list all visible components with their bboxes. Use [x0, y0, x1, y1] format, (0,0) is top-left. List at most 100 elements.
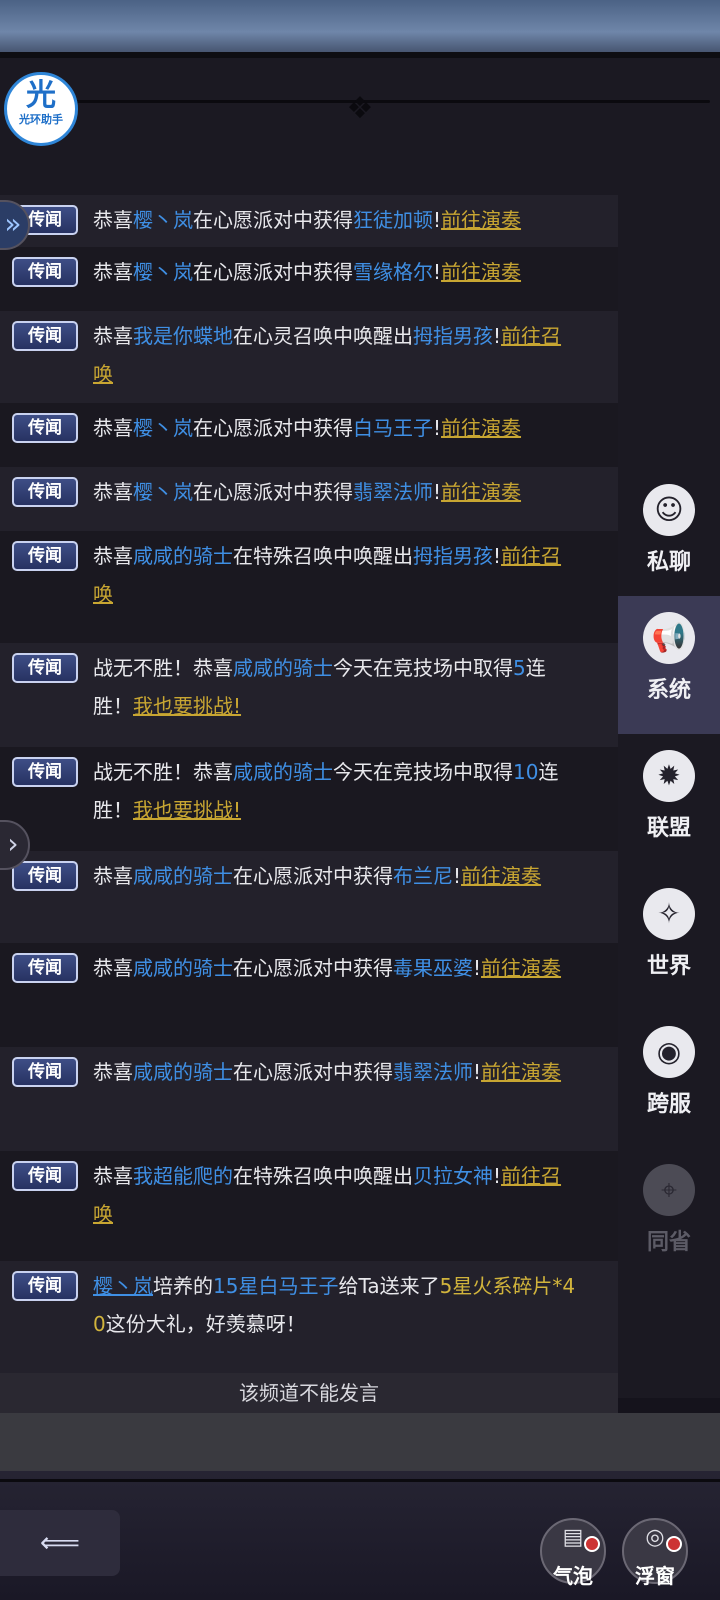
- player-or-hero-name[interactable]: 我超能爬的: [133, 1164, 233, 1188]
- rumor-tag: 传闻: [12, 953, 78, 983]
- player-or-hero-name[interactable]: 樱丶岚: [133, 208, 193, 232]
- player-or-hero-name[interactable]: 5: [513, 656, 526, 680]
- assistant-glyph: 光: [26, 78, 56, 113]
- rumor-tag: 传闻: [12, 861, 78, 891]
- rumor-tag: 传闻: [12, 477, 78, 507]
- message-row: 传闻 恭喜咸咸的骑士在特殊召唤中唤醒出拇指男孩!前往召唤: [0, 531, 618, 643]
- message-list[interactable]: 传闻 恭喜樱丶岚在心愿派对中获得狂徒加顿!前往演奏 传闻 恭喜樱丶岚在心愿派对中获得雪…: [0, 195, 618, 1410]
- message-row: 传闻 樱丶岚培养的15星白马王子给Ta送来了5星火系碎片*40这份大礼，好羡慕呀！: [0, 1261, 618, 1373]
- bubble-toggle-button[interactable]: ▤ 气泡: [540, 1518, 606, 1588]
- tab-alliance[interactable]: ✹ 联盟: [618, 734, 720, 872]
- action-link[interactable]: 我也要挑战!: [133, 798, 241, 822]
- float-window-toggle-button[interactable]: ◎ 浮窗: [622, 1518, 688, 1588]
- message-fragment: !: [493, 324, 502, 348]
- player-or-hero-name[interactable]: 咸咸的骑士: [133, 956, 233, 980]
- message-fragment: 在心愿派对中获得: [193, 208, 353, 232]
- player-or-hero-name[interactable]: 咸咸的骑士: [133, 864, 233, 888]
- tab-system[interactable]: 📢 系统: [618, 596, 720, 734]
- tab-label: 世界: [646, 954, 691, 979]
- back-button[interactable]: ⟸: [0, 1510, 120, 1576]
- player-or-hero-name[interactable]: 狂徒加顿: [353, 208, 433, 232]
- message-fragment: 恭喜: [93, 956, 133, 980]
- player-or-hero-name[interactable]: 雪缘格尔: [353, 260, 433, 284]
- message-fragment: 战无不胜！恭喜: [93, 656, 233, 680]
- private-chat-icon: ☺: [643, 484, 695, 536]
- assistant-badge[interactable]: 光 光环助手: [4, 72, 78, 146]
- message-row: 传闻 战无不胜！恭喜咸咸的骑士今天在竞技场中取得10连胜！我也要挑战!: [0, 747, 618, 851]
- message-fragment: 培养的: [153, 1274, 213, 1298]
- player-or-hero-name[interactable]: 拇指男孩: [413, 324, 493, 348]
- message-fragment: 在心愿派对中获得: [193, 480, 353, 504]
- player-or-hero-name[interactable]: 毒果巫婆: [393, 956, 473, 980]
- message-text: 恭喜咸咸的骑士在特殊召唤中唤醒出拇指男孩!前往召唤: [93, 537, 578, 613]
- action-link[interactable]: 我也要挑战!: [133, 694, 241, 718]
- message-text: 恭喜樱丶岚在心愿派对中获得雪缘格尔!前往演奏: [93, 253, 578, 291]
- message-row: 传闻 恭喜樱丶岚在心愿派对中获得翡翠法师!前往演奏: [0, 467, 618, 531]
- top-decor-banner: [0, 0, 720, 58]
- message-row: 传闻 战无不胜！恭喜咸咸的骑士今天在竞技场中取得5连胜！我也要挑战!: [0, 643, 618, 747]
- message-fragment: 在心愿派对中获得: [233, 864, 393, 888]
- message-fragment: 给Ta送来了: [338, 1274, 440, 1298]
- player-name-link[interactable]: 樱丶岚: [93, 1274, 153, 1298]
- player-or-hero-name[interactable]: 樱丶岚: [133, 260, 193, 284]
- player-or-hero-name[interactable]: 樱丶岚: [133, 480, 193, 504]
- message-fragment: 恭喜: [93, 544, 133, 568]
- action-link[interactable]: 前往演奏: [441, 208, 521, 232]
- rumor-tag: 传闻: [12, 321, 78, 351]
- action-link[interactable]: 前往演奏: [481, 956, 561, 980]
- tab-province[interactable]: ⌖ 同省: [618, 1148, 720, 1286]
- action-link[interactable]: 前往演奏: [441, 260, 521, 284]
- message-text: 恭喜樱丶岚在心愿派对中获得翡翠法师!前往演奏: [93, 473, 578, 511]
- message-row: 传闻 恭喜咸咸的骑士在心愿派对中获得翡翠法师!前往演奏: [0, 1047, 618, 1151]
- message-fragment: 在特殊召唤中唤醒出: [233, 1164, 413, 1188]
- action-link[interactable]: 前往演奏: [461, 864, 541, 888]
- message-fragment: 在心愿派对中获得: [233, 956, 393, 980]
- player-or-hero-name[interactable]: 咸咸的骑士: [233, 760, 333, 784]
- tab-private[interactable]: ☺ 私聊: [618, 468, 720, 606]
- message-fragment: 恭喜: [93, 480, 133, 504]
- player-or-hero-name[interactable]: 10: [513, 760, 538, 784]
- message-fragment: !: [453, 864, 462, 888]
- message-fragment: !: [473, 1060, 482, 1084]
- message-row: 传闻 恭喜樱丶岚在心愿派对中获得狂徒加顿!前往演奏: [0, 195, 618, 247]
- player-or-hero-name[interactable]: 白马王子: [353, 416, 433, 440]
- player-or-hero-name[interactable]: 拇指男孩: [413, 544, 493, 568]
- player-or-hero-name[interactable]: 咸咸的骑士: [233, 656, 333, 680]
- player-or-hero-name[interactable]: 15星白马王子: [213, 1274, 338, 1298]
- tab-label: 联盟: [646, 816, 691, 841]
- rumor-tag: 传闻: [12, 1271, 78, 1301]
- message-row: 传闻 恭喜樱丶岚在心愿派对中获得雪缘格尔!前往演奏: [0, 247, 618, 311]
- message-fragment: !: [493, 1164, 502, 1188]
- message-fragment: 恭喜: [93, 1060, 133, 1084]
- message-text: 恭喜咸咸的骑士在心愿派对中获得毒果巫婆!前往演奏: [93, 949, 578, 987]
- message-fragment: 在心愿派对中获得: [233, 1060, 393, 1084]
- player-or-hero-name[interactable]: 咸咸的骑士: [133, 544, 233, 568]
- tab-label: 跨服: [646, 1092, 691, 1117]
- player-or-hero-name[interactable]: 翡翠法师: [353, 480, 433, 504]
- action-link[interactable]: 前往演奏: [481, 1060, 561, 1084]
- player-or-hero-name[interactable]: 贝拉女神: [413, 1164, 493, 1188]
- message-fragment: 在心愿派对中获得: [193, 416, 353, 440]
- player-or-hero-name[interactable]: 布兰尼: [393, 864, 453, 888]
- message-fragment: !: [493, 544, 502, 568]
- rumor-tag: 传闻: [12, 541, 78, 571]
- megaphone-icon: 📢: [643, 612, 695, 664]
- player-or-hero-name[interactable]: 樱丶岚: [133, 416, 193, 440]
- rumor-tag: 传闻: [12, 653, 78, 683]
- location-pin-icon: ⌖: [643, 1164, 695, 1216]
- player-or-hero-name[interactable]: 我是你蝶地: [133, 324, 233, 348]
- tab-cross-server[interactable]: ◉ 跨服: [618, 1010, 720, 1148]
- message-text: 恭喜樱丶岚在心愿派对中获得白马王子!前往演奏: [93, 409, 578, 447]
- rumor-tag: 传闻: [12, 257, 78, 287]
- tab-label: 系统: [646, 678, 691, 703]
- message-fragment: 在心愿派对中获得: [193, 260, 353, 284]
- bubble-label: 气泡: [553, 1564, 593, 1588]
- tab-world[interactable]: ✧ 世界: [618, 872, 720, 1010]
- player-or-hero-name[interactable]: 咸咸的骑士: [133, 1060, 233, 1084]
- player-or-hero-name[interactable]: 翡翠法师: [393, 1060, 473, 1084]
- message-fragment: 恭喜: [93, 324, 133, 348]
- action-link[interactable]: 前往演奏: [441, 480, 521, 504]
- action-link[interactable]: 前往演奏: [441, 416, 521, 440]
- message-fragment: !: [433, 208, 442, 232]
- channel-notice: 该频道不能发言: [0, 1373, 618, 1413]
